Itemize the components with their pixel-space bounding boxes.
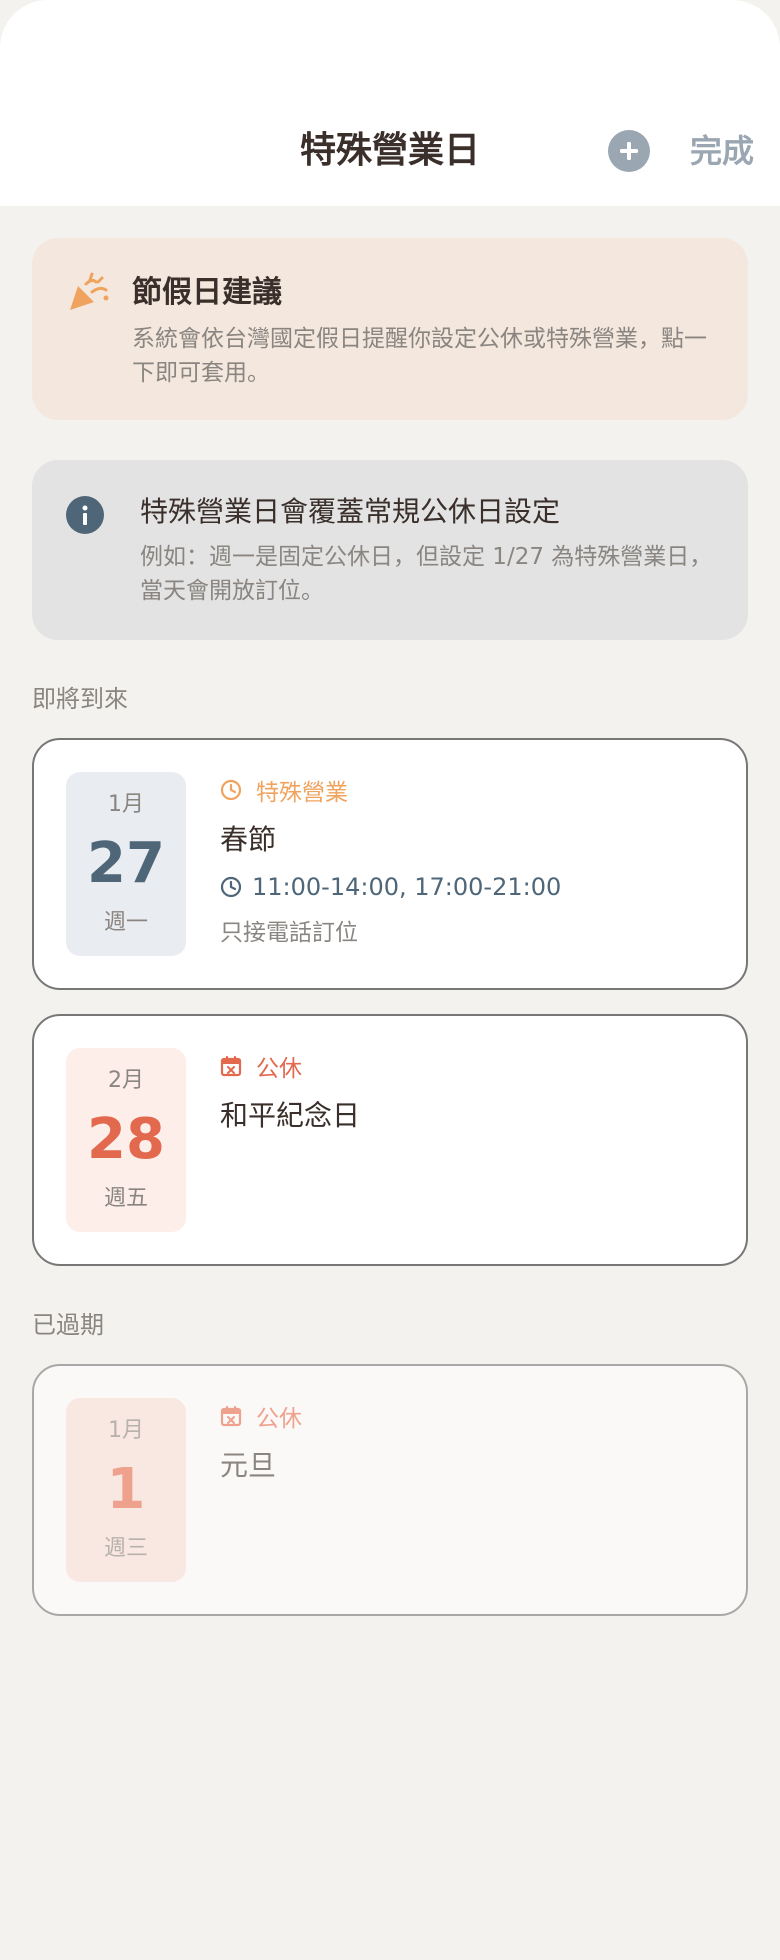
event-card-closed[interactable]: 2月 28 週五 公休 和平紀念日 [32, 1014, 748, 1266]
calendar-x-icon [220, 1405, 242, 1427]
date-box: 1月 27 週一 [66, 772, 186, 956]
date-box: 1月 1 週三 [66, 1398, 186, 1582]
event-note: 只接電話訂位 [220, 920, 358, 946]
done-button[interactable]: 完成 [690, 128, 754, 174]
info-notice-title: 特殊營業日會覆蓋常規公休日設定 [140, 495, 561, 528]
info-notice-card: 特殊營業日會覆蓋常規公休日設定 例如：週一是固定公休日，但設定 1/27 為特殊… [32, 460, 748, 640]
event-card-special[interactable]: 1月 27 週一 特殊營業 春節 11:00-14:00, 17:00-21:0… [32, 738, 748, 990]
date-box: 2月 28 週五 [66, 1048, 186, 1232]
holiday-suggestion-description: 系統會依台灣國定假日提醒你設定公休或特殊營業，點一下即可套用。 [132, 326, 707, 386]
clock-icon [220, 779, 242, 801]
event-type: 公休 [220, 1048, 302, 1084]
info-notice-description: 例如：週一是固定公休日，但設定 1/27 為特殊營業日，當天會開放訂位。 [140, 544, 713, 604]
event-name: 元旦 [220, 1449, 277, 1482]
holiday-suggestion-title: 節假日建議 [132, 275, 282, 310]
date-month: 2月 [108, 1068, 144, 1093]
event-type-label: 公休 [256, 1406, 302, 1432]
header-bar: 特殊營業日 完成 [0, 0, 780, 206]
event-hours: 11:00-14:00, 17:00-21:00 [220, 870, 561, 904]
date-day: 1 [106, 1457, 146, 1522]
page-title: 特殊營業日 [299, 130, 480, 171]
date-weekday: 週一 [103, 910, 148, 935]
event-hours-text: 11:00-14:00, 17:00-21:00 [252, 873, 562, 901]
add-special-day-button[interactable] [608, 130, 650, 172]
holiday-suggestion-card[interactable]: 節假日建議 系統會依台灣國定假日提醒你設定公休或特殊營業，點一下即可套用。 [32, 238, 748, 420]
section-label-past: 已過期 [32, 1311, 104, 1339]
date-day: 28 [87, 1107, 165, 1172]
date-month: 1月 [108, 792, 144, 817]
section-label-upcoming: 即將到來 [32, 685, 128, 713]
date-day: 27 [87, 831, 165, 896]
calendar-x-icon [220, 1055, 242, 1077]
date-weekday: 週五 [103, 1186, 148, 1211]
event-type-label: 公休 [256, 1056, 302, 1082]
event-card-past[interactable]: 1月 1 週三 公休 元旦 [32, 1364, 748, 1616]
event-type: 公休 [220, 1398, 302, 1434]
info-icon [66, 496, 104, 534]
event-name: 和平紀念日 [220, 1099, 361, 1132]
event-type-label: 特殊營業 [256, 780, 348, 806]
plus-circle-icon [620, 142, 638, 160]
party-popper-icon [70, 272, 109, 310]
date-weekday: 週三 [103, 1536, 148, 1561]
clock-icon [220, 876, 242, 898]
event-type: 特殊營業 [220, 772, 348, 808]
date-month: 1月 [108, 1418, 144, 1443]
event-name: 春節 [220, 823, 277, 856]
